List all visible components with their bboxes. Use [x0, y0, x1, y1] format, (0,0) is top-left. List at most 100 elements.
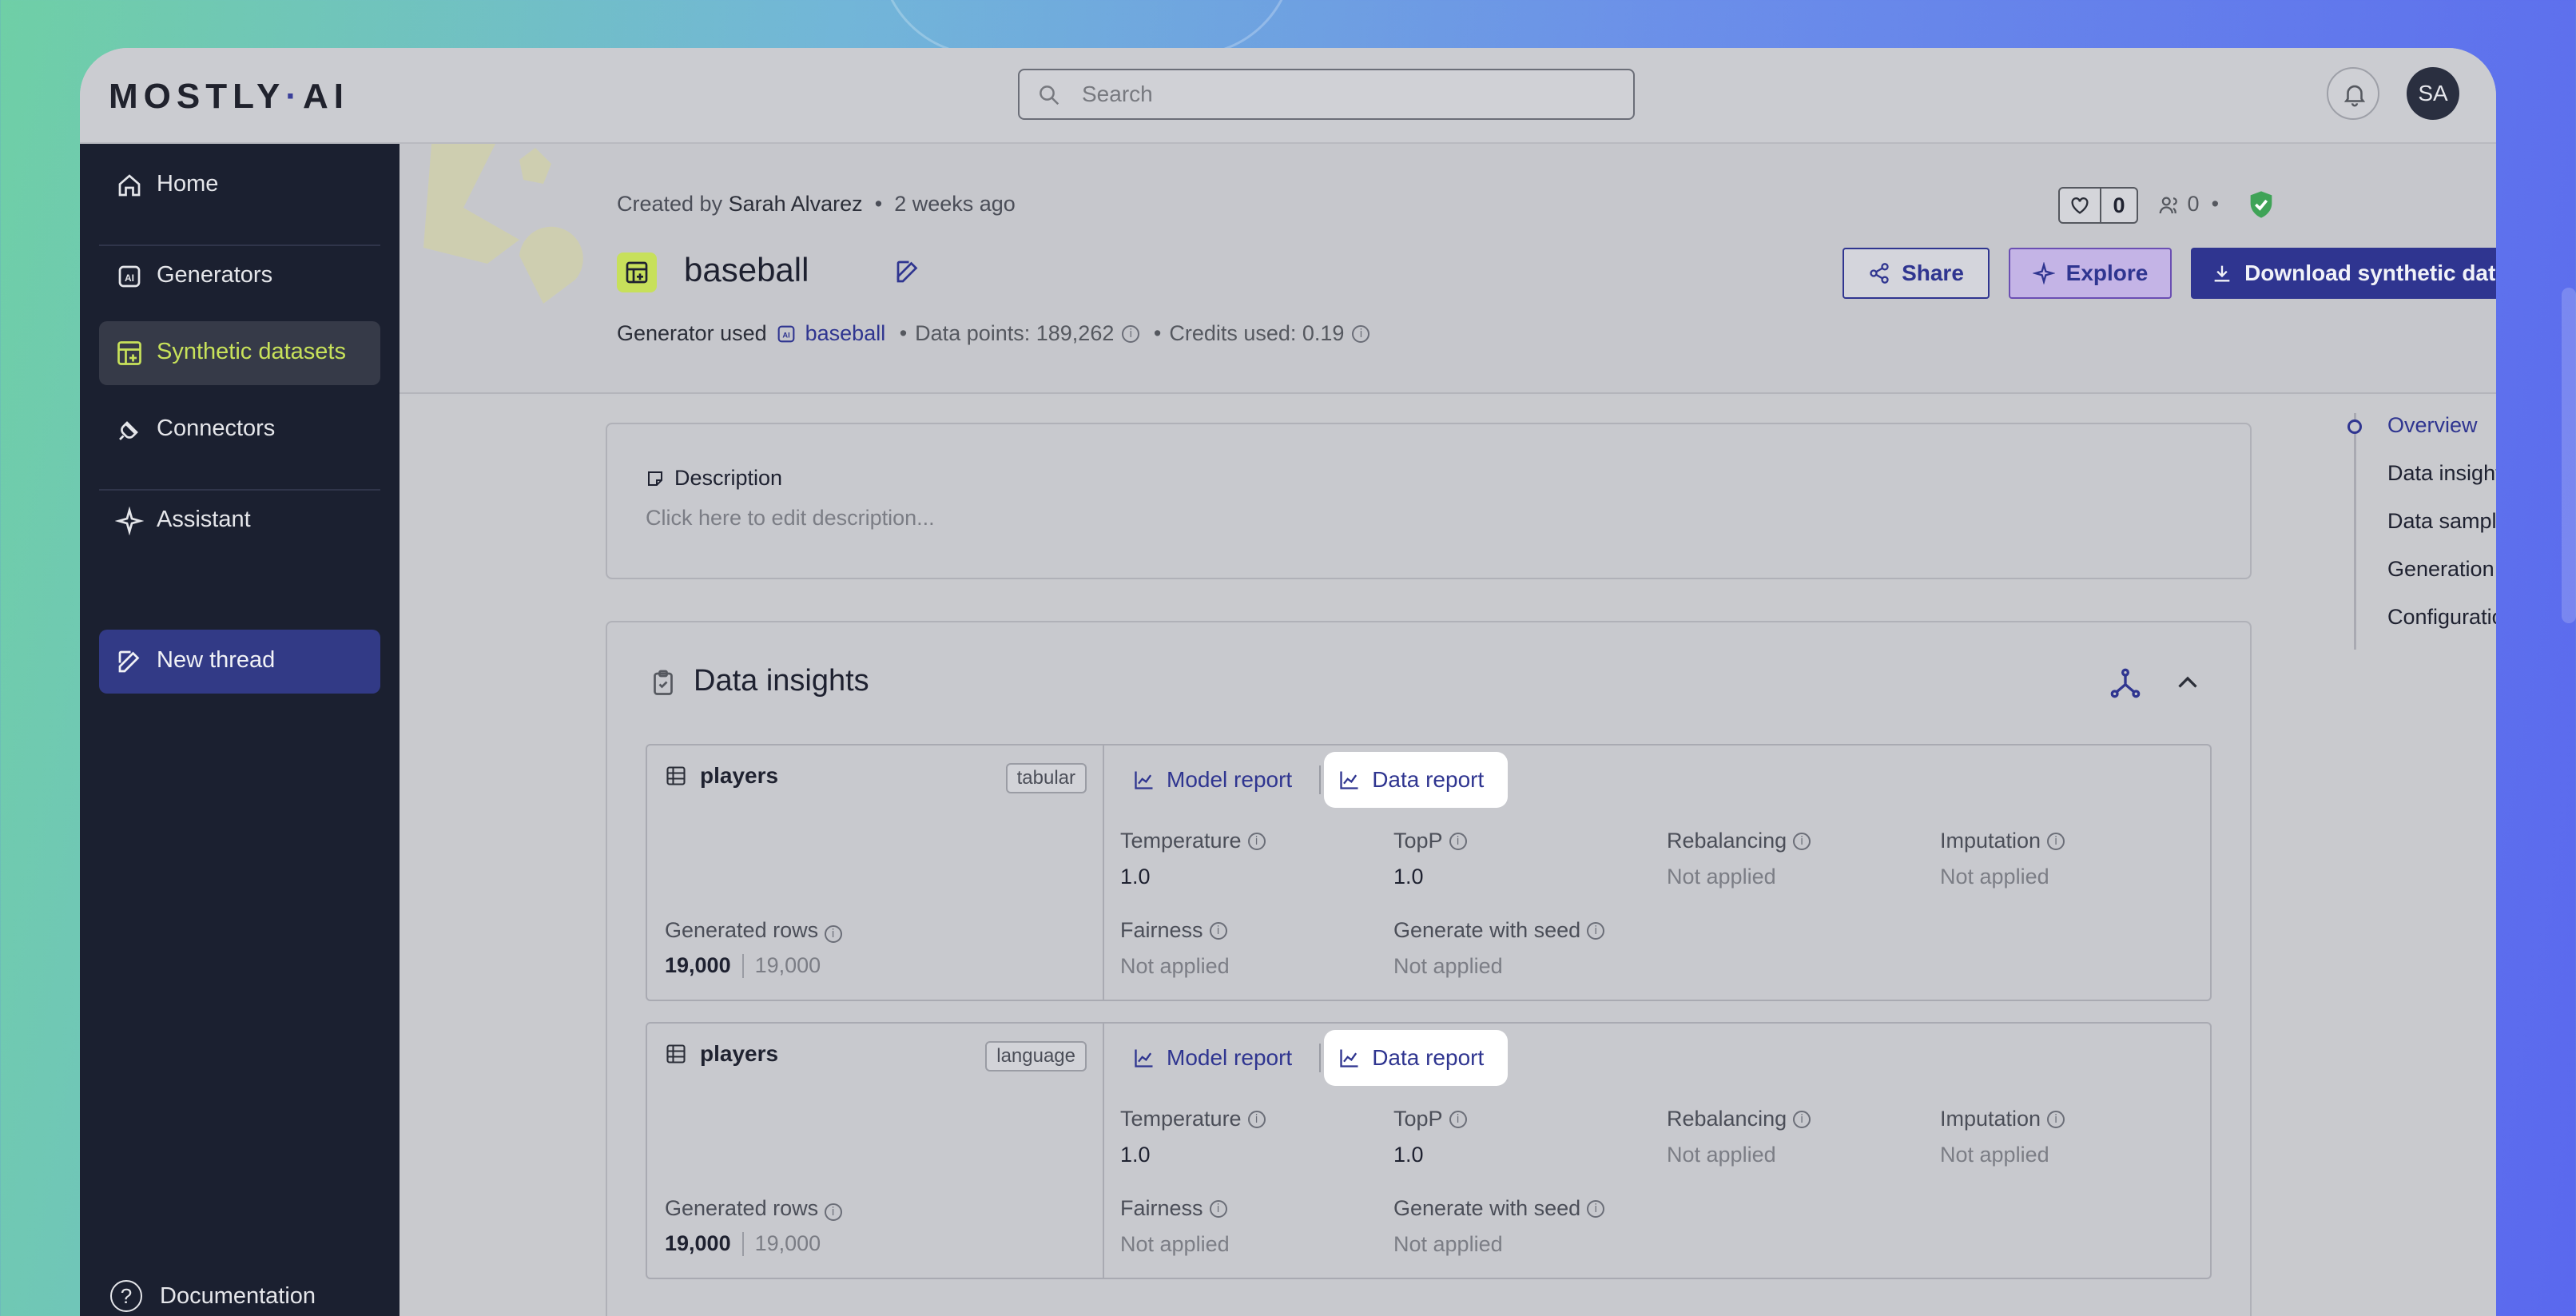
data-report-button[interactable]: Data report [1324, 1030, 1509, 1086]
sidebar-item-connectors[interactable]: Connectors [99, 398, 380, 462]
info-icon[interactable]: i [1209, 1199, 1227, 1218]
param-rebalancing: Rebalancing i Not applied [1667, 829, 1811, 889]
bullet: • [2205, 192, 2220, 216]
param-imputation: Imputation i Not applied [1940, 1107, 2065, 1167]
background-bar [2562, 288, 2576, 623]
info-icon[interactable]: i [1793, 832, 1811, 850]
info-icon[interactable]: i [1449, 832, 1467, 850]
tab-divider [1319, 1044, 1322, 1072]
param-label: Generate with seed [1393, 1196, 1581, 1220]
like-count: 0 [2113, 193, 2125, 217]
created-info: Created by Sarah Alvarez • 2 weeks ago [617, 192, 1016, 217]
sidebar-item-label: Synthetic datasets [157, 339, 346, 364]
info-icon[interactable]: i [1587, 921, 1605, 940]
info-icon[interactable]: i [824, 925, 842, 943]
param-value: 1.0 [1120, 1143, 1151, 1167]
search-input[interactable]: Search [1018, 69, 1635, 120]
share-icon [1870, 263, 1889, 284]
info-icon[interactable]: i [1209, 921, 1227, 940]
model-report-button[interactable]: Model report [1119, 1030, 1316, 1086]
info-icon[interactable]: i [1352, 324, 1370, 343]
param-label: Temperature [1120, 829, 1242, 853]
hierarchy-icon[interactable] [2109, 667, 2141, 699]
logo-text-right: AI [302, 77, 349, 116]
toc-item-data-samples[interactable]: Data samples [2387, 509, 2496, 534]
table-summary: players tabular Generated rows i 19,000 … [647, 745, 1104, 1000]
note-icon [648, 471, 662, 486]
divider [741, 1231, 744, 1256]
param-value: Not applied [1940, 1143, 2049, 1167]
sidebar-item-home[interactable]: Home [99, 153, 380, 217]
sidebar-item-assistant[interactable]: Assistant [99, 489, 380, 553]
toc-item-data-insights[interactable]: Data insights [2387, 461, 2496, 486]
share-button[interactable]: Share [1843, 248, 1990, 299]
param-value: Not applied [1667, 1143, 1776, 1167]
chart-icon [1135, 771, 1153, 789]
download-icon [2214, 265, 2230, 282]
info-icon[interactable]: i [1122, 324, 1140, 343]
generator-info: Generator used AI baseball • Data points… [617, 321, 1370, 346]
report-tabs: Model report Data report [1119, 752, 1509, 808]
notifications-button[interactable] [2327, 67, 2379, 120]
plug-icon [119, 421, 138, 440]
toc-item-configuration[interactable]: Configuration [2387, 605, 2496, 630]
toc-active-indicator [2347, 419, 2362, 434]
generated-rows-value: 19,000 19,000 [665, 953, 821, 978]
logo[interactable]: MOSTLY·AI [109, 77, 349, 117]
rows-total: 19,000 [754, 953, 821, 977]
app-window: MOSTLY·AI Search SA Home AI Generators S… [80, 48, 2496, 1316]
download-button[interactable]: Download synthetic data [2191, 248, 2496, 299]
toc-item-overview[interactable]: Overview [2387, 413, 2478, 438]
report-tabs: Model report Data report [1119, 1030, 1509, 1086]
sidebar-item-label: Generators [157, 262, 273, 288]
param-value: Not applied [1667, 865, 1776, 889]
info-icon[interactable]: i [1587, 1199, 1605, 1218]
table-name: players [665, 763, 778, 789]
dataset-type-icon [617, 252, 657, 292]
tab-divider [1319, 765, 1322, 794]
sidebar-item-label: Home [157, 171, 219, 197]
info-icon[interactable]: i [1449, 1110, 1467, 1128]
info-icon[interactable]: i [824, 1203, 842, 1221]
sidebar-item-generators[interactable]: AI Generators [99, 245, 380, 308]
main-content: Description Click here to edit descripti… [400, 396, 2496, 1316]
created-prefix: Created by [617, 192, 723, 216]
param-value: 1.0 [1393, 865, 1424, 889]
param-topp: TopP i 1.0 [1393, 829, 1467, 889]
chevron-up-icon[interactable] [2173, 669, 2202, 698]
dataset-header: Created by Sarah Alvarez • 2 weeks ago 0… [400, 144, 2496, 394]
sparkle-icon [2032, 262, 2055, 284]
sidebar-item-synthetic-datasets[interactable]: Synthetic datasets [99, 321, 380, 385]
explore-label: Explore [2065, 260, 2149, 285]
model-report-label: Model report [1167, 1045, 1293, 1070]
param-imputation: Imputation i Not applied [1940, 829, 2065, 889]
users-icon [2159, 197, 2177, 214]
param-label: Imputation [1940, 829, 2041, 853]
like-button[interactable]: 0 [2058, 187, 2138, 224]
data-report-button[interactable]: Data report [1324, 752, 1509, 808]
generator-link[interactable]: baseball [805, 321, 886, 346]
new-thread-button[interactable]: New thread [99, 630, 380, 694]
edit-name-icon[interactable] [893, 257, 922, 286]
author-name: Sarah Alvarez [728, 192, 863, 216]
param-label: Rebalancing [1667, 829, 1787, 853]
search-icon [1040, 85, 1059, 105]
model-report-button[interactable]: Model report [1119, 752, 1316, 808]
description-heading-text: Description [674, 466, 783, 490]
info-icon[interactable]: i [1793, 1110, 1811, 1128]
info-icon[interactable]: i [1247, 832, 1266, 850]
description-card[interactable]: Description Click here to edit descripti… [606, 423, 2252, 579]
bullet: • [1147, 321, 1162, 345]
bullet: • [869, 192, 888, 216]
info-icon[interactable]: i [2047, 832, 2065, 850]
info-icon[interactable]: i [1247, 1110, 1266, 1128]
avatar[interactable]: SA [2407, 67, 2459, 120]
info-icon[interactable]: i [2047, 1110, 2065, 1128]
param-value: 1.0 [1393, 1143, 1424, 1167]
header-decoration [423, 144, 583, 304]
toc-item-generation-status[interactable]: Generation status [2387, 557, 2496, 582]
explore-button[interactable]: Explore [2009, 248, 2172, 299]
param-temperature: Temperature i 1.0 [1120, 1107, 1266, 1167]
shared-users[interactable]: 0 • [2157, 192, 2219, 217]
description-input[interactable]: Click here to edit description... [646, 506, 935, 531]
